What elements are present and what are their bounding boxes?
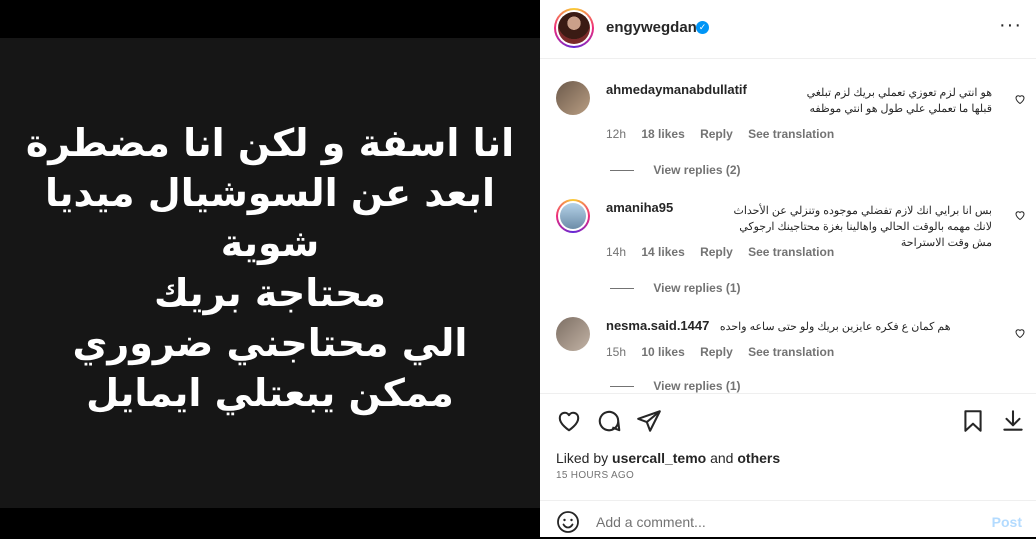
- comment-like-heart-icon[interactable]: [1014, 209, 1026, 221]
- post-timestamp[interactable]: 15 HOURS AGO: [556, 470, 634, 481]
- see-translation-button[interactable]: See translation: [748, 127, 834, 141]
- verified-badge-icon: ✓: [696, 21, 709, 34]
- view-replies-button[interactable]: View replies (1): [610, 281, 741, 295]
- more-options-icon[interactable]: ···: [999, 14, 1022, 37]
- comment-text: هم كمان ع فكره عايزين بريك ولو حتى ساعه …: [719, 321, 951, 333]
- comment-time: 15h: [606, 345, 627, 359]
- comment-username[interactable]: amaniha95: [606, 200, 673, 215]
- liked-by-and: and: [710, 450, 734, 466]
- bookmark-icon[interactable]: [960, 408, 986, 434]
- comment-meta: 14h 14 likes Reply See translation: [606, 245, 846, 259]
- comment-likes[interactable]: 18 likes: [641, 127, 684, 141]
- see-translation-button[interactable]: See translation: [748, 345, 834, 359]
- emoji-icon[interactable]: [556, 510, 580, 534]
- replies-divider: [610, 170, 634, 172]
- image-text-line: انا اسفة و لكن انا مضطرة: [25, 121, 515, 165]
- author-avatar[interactable]: [554, 8, 594, 48]
- reply-button[interactable]: Reply: [700, 345, 733, 359]
- add-comment-input[interactable]: Add a comment...: [596, 514, 706, 530]
- share-icon[interactable]: [636, 408, 662, 434]
- image-text-line: ممكن يبعتلي ايمايل: [86, 371, 454, 415]
- reply-button[interactable]: Reply: [700, 245, 733, 259]
- comment-likes[interactable]: 14 likes: [641, 245, 684, 259]
- image-text-line: الي محتاجني ضروري: [72, 321, 468, 365]
- comment-avatar[interactable]: [556, 81, 590, 115]
- comment-avatar[interactable]: [556, 317, 590, 351]
- comment-meta: 15h 10 likes Reply See translation: [606, 345, 846, 359]
- liked-by-others[interactable]: others: [737, 450, 780, 466]
- see-translation-button[interactable]: See translation: [748, 245, 834, 259]
- comment-body: nesma.said.1447 هم كمان ع فكره عايزين بر…: [606, 317, 992, 335]
- comment-icon[interactable]: [596, 408, 622, 434]
- view-replies-label: View replies (1): [653, 281, 741, 295]
- comment-username[interactable]: ahmedaymanabdullatif: [606, 82, 747, 97]
- heart-icon[interactable]: [556, 408, 582, 434]
- comment-like-heart-icon[interactable]: [1014, 93, 1026, 105]
- comment-likes[interactable]: 10 likes: [641, 345, 684, 359]
- comments-list: ahmedaymanabdullatif هو انتي لزم تعوزي ت…: [540, 59, 1036, 393]
- comment-username[interactable]: nesma.said.1447: [606, 318, 709, 333]
- add-comment-bar: Add a comment... Post: [540, 500, 1036, 538]
- download-icon[interactable]: [1000, 408, 1026, 434]
- liked-by-summary: Liked by usercall_temo and others: [556, 450, 780, 466]
- author-username[interactable]: engywegdan: [606, 19, 697, 36]
- comment-body: amaniha95 بس انا برايي انك لازم تفضلي مو…: [606, 199, 992, 251]
- post-actions-bar: [540, 393, 1036, 446]
- liked-by-user[interactable]: usercall_temo: [612, 450, 706, 466]
- replies-divider: [610, 386, 634, 388]
- media-panel: انا اسفة و لكن انا مضطرة ابعد عن السوشيا…: [0, 0, 540, 537]
- comment-avatar[interactable]: [556, 199, 590, 233]
- comment-body: ahmedaymanabdullatif هو انتي لزم تعوزي ت…: [606, 81, 992, 117]
- comment-meta: 12h 18 likes Reply See translation: [606, 127, 846, 141]
- reply-button[interactable]: Reply: [700, 127, 733, 141]
- post-image-text: انا اسفة و لكن انا مضطرة ابعد عن السوشيا…: [20, 118, 520, 418]
- view-replies-button[interactable]: View replies (1): [610, 379, 741, 393]
- post-details-panel: engywegdan ✓ ··· ahmedaymanabdullatif هو…: [540, 0, 1036, 537]
- comment-time: 12h: [606, 127, 627, 141]
- image-text-line: ابعد عن السوشيال ميديا: [45, 171, 495, 215]
- post-comment-button[interactable]: Post: [992, 514, 1022, 530]
- comment-like-heart-icon[interactable]: [1014, 327, 1026, 339]
- post-image[interactable]: انا اسفة و لكن انا مضطرة ابعد عن السوشيا…: [0, 38, 540, 508]
- view-replies-label: View replies (1): [653, 379, 741, 393]
- image-text-line: شوية: [220, 221, 320, 265]
- image-text-line: محتاجة بريك: [154, 271, 386, 315]
- view-replies-label: View replies (2): [653, 163, 741, 177]
- replies-divider: [610, 288, 634, 290]
- comment-time: 14h: [606, 245, 627, 259]
- liked-by-prefix: Liked by: [556, 450, 609, 466]
- view-replies-button[interactable]: View replies (2): [610, 163, 741, 177]
- post-header: engywegdan ✓ ···: [540, 0, 1036, 59]
